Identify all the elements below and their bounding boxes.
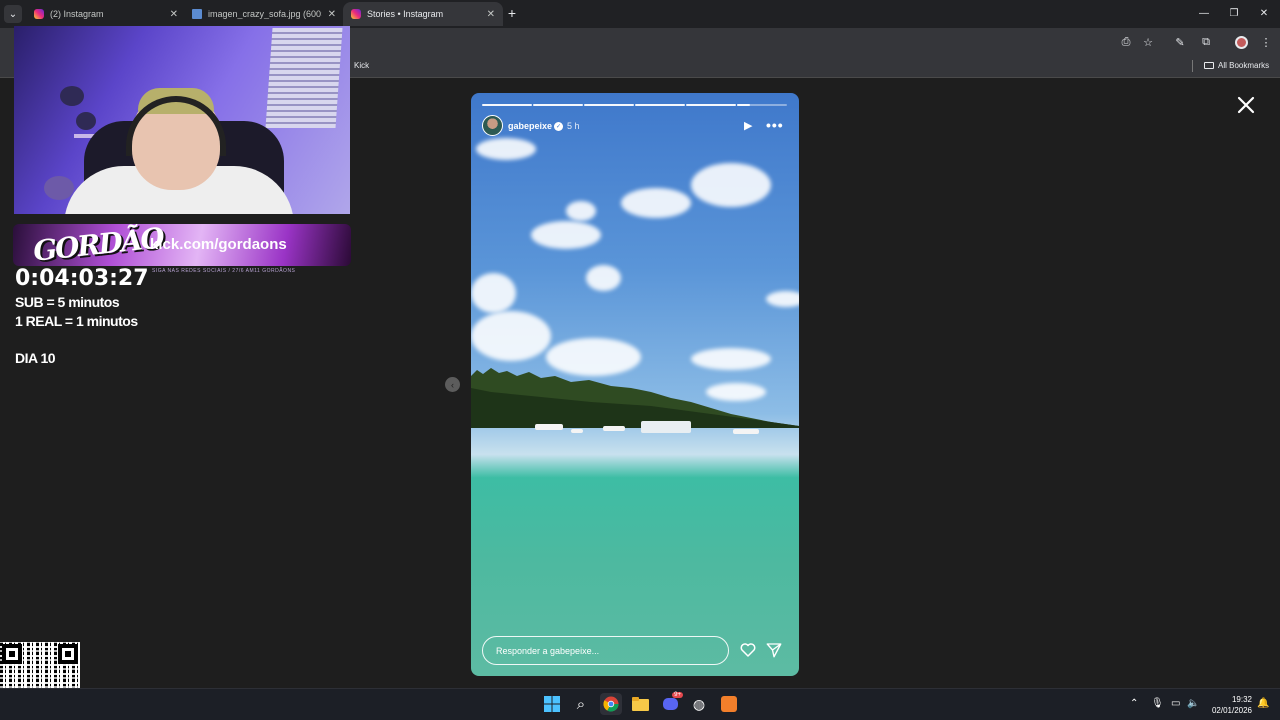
story-progress-segment xyxy=(584,104,634,106)
more-options-icon[interactable]: ••• xyxy=(766,117,784,133)
verified-badge-icon: ✓ xyxy=(554,122,563,131)
tab-search-button[interactable]: ⌄ xyxy=(4,5,22,23)
notification-badge: 9+ xyxy=(672,692,683,698)
story-progress-segment xyxy=(482,104,532,106)
story-progress-segment xyxy=(686,104,736,106)
close-story-icon[interactable] xyxy=(1236,95,1256,115)
close-icon[interactable]: ✕ xyxy=(487,9,495,20)
restore-button[interactable]: ❐ xyxy=(1226,5,1242,21)
extensions-icon[interactable]: ⧉ xyxy=(1198,34,1214,50)
pen-icon[interactable]: ✎ xyxy=(1172,34,1188,50)
windows-start-icon[interactable] xyxy=(541,693,563,715)
close-icon[interactable]: ✕ xyxy=(170,9,178,20)
clock-date: 02/01/2026 xyxy=(1211,706,1252,715)
subathon-timer: 0:04:03:27 xyxy=(15,266,149,291)
clock-time: 19:32 xyxy=(1231,695,1252,704)
sub-rate-text: SUB = 5 minutos xyxy=(15,294,120,310)
chrome-icon[interactable] xyxy=(600,693,622,715)
real-rate-text: 1 REAL = 1 minutos xyxy=(15,313,138,329)
bookmark-kick[interactable]: Kick xyxy=(354,61,369,70)
tab-title: Stories • Instagram xyxy=(367,9,444,19)
story-viewer[interactable]: gabepeixe ✓ 5 h ▶ ••• Responder a gabepe… xyxy=(471,93,799,676)
reply-input[interactable]: Responder a gabepeixe... xyxy=(482,636,729,665)
bookmark-star-icon[interactable]: ☆ xyxy=(1140,34,1156,50)
close-icon[interactable]: ✕ xyxy=(328,9,336,20)
chevron-left-icon: ‹ xyxy=(451,379,454,390)
network-icon[interactable]: ▭ xyxy=(1171,698,1180,709)
story-timestamp: 5 h xyxy=(567,121,580,131)
channel-url: kick.com/gordaons xyxy=(150,236,287,253)
tab-title: (2) Instagram xyxy=(50,9,104,19)
divider xyxy=(1192,60,1193,72)
profile-avatar[interactable] xyxy=(1233,34,1249,50)
instagram-icon xyxy=(34,9,44,19)
clock[interactable]: 19:32 02/01/2026 xyxy=(1200,694,1252,716)
chevron-down-icon: ⌄ xyxy=(8,8,18,20)
channel-logo: GORDÃO xyxy=(31,224,165,266)
story-progress-fill xyxy=(737,104,750,106)
story-progress-segment xyxy=(737,104,787,106)
menu-icon[interactable]: ⋮ xyxy=(1258,34,1274,50)
new-tab-button[interactable]: + xyxy=(504,5,520,21)
story-progress-segment xyxy=(533,104,583,106)
tab-stories[interactable]: Stories • Instagram ✕ xyxy=(343,2,503,26)
install-app-icon[interactable]: ⎙ xyxy=(1118,34,1134,50)
microphone-icon[interactable]: 🎙 xyxy=(1151,698,1164,709)
stream-banner: GORDÃO kick.com/gordaons xyxy=(13,224,351,266)
play-icon[interactable]: ▶ xyxy=(744,119,756,133)
obs-icon[interactable]: ◍ xyxy=(688,693,710,715)
story-username[interactable]: gabepeixe xyxy=(508,121,552,131)
palm-trees xyxy=(471,368,799,428)
minimize-button[interactable]: — xyxy=(1196,5,1212,21)
image-icon xyxy=(192,9,202,19)
heart-icon[interactable] xyxy=(739,641,757,659)
chevron-up-icon[interactable]: ⌃ xyxy=(1130,698,1138,709)
app-icon[interactable] xyxy=(718,693,740,715)
notification-bell-icon[interactable]: 🔔 xyxy=(1257,698,1269,709)
search-icon[interactable]: ⌕ xyxy=(570,693,592,715)
instagram-icon xyxy=(351,9,361,19)
day-counter: DIA 10 xyxy=(15,350,56,366)
close-window-button[interactable]: ✕ xyxy=(1256,5,1272,21)
folder-icon xyxy=(1204,62,1214,69)
tab-image[interactable]: imagen_crazy_sofa.jpg (600×40 ✕ xyxy=(184,2,344,26)
story-progress-segment xyxy=(635,104,685,106)
tab-instagram[interactable]: (2) Instagram ✕ xyxy=(26,2,186,26)
avatar[interactable] xyxy=(482,115,503,136)
previous-story-button[interactable]: ‹ xyxy=(445,377,460,392)
tab-title: imagen_crazy_sofa.jpg (600×40 xyxy=(208,9,322,19)
volume-icon[interactable]: 🔈 xyxy=(1187,698,1199,709)
file-explorer-icon[interactable] xyxy=(629,693,651,715)
discord-icon[interactable]: 9+ xyxy=(659,692,683,715)
webcam-feed xyxy=(14,26,350,214)
banner-subtext: SIGA NAS REDES SOCIAIS / 27/6 AM11 GORDÃ… xyxy=(152,268,296,274)
all-bookmarks-label: All Bookmarks xyxy=(1218,61,1270,70)
send-icon[interactable] xyxy=(765,641,783,659)
all-bookmarks[interactable]: All Bookmarks xyxy=(1204,61,1269,70)
